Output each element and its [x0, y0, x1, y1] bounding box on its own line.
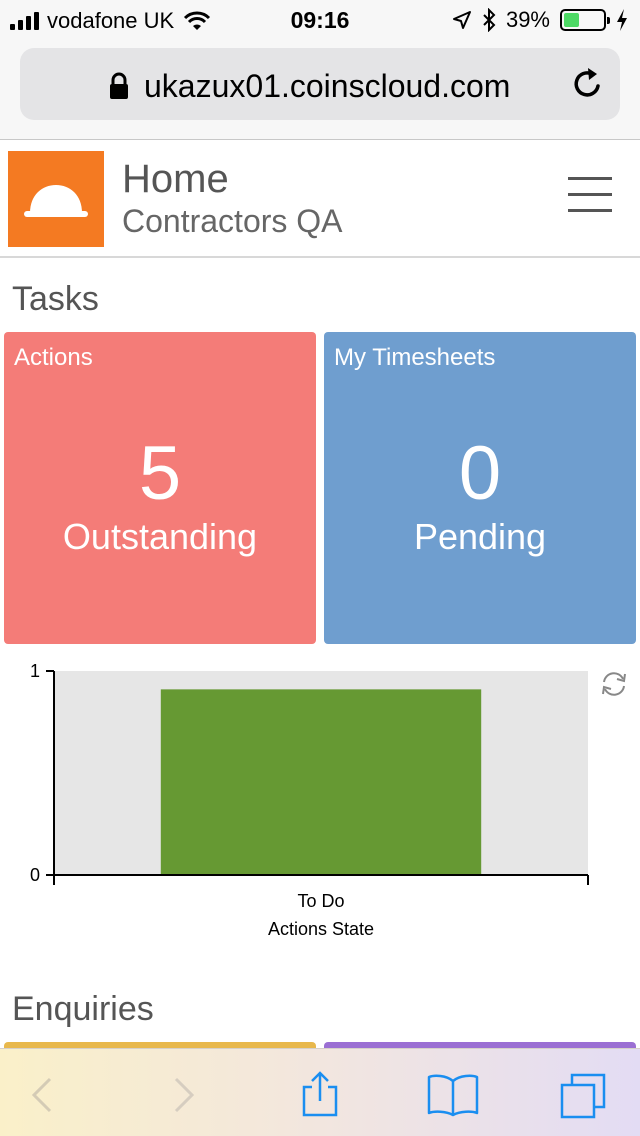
status-bar: vodafone UK 09:16 39% [0, 0, 640, 40]
timesheets-tile[interactable]: My Timesheets 0 Pending [324, 332, 636, 644]
app-header: Home Contractors QA [0, 141, 640, 258]
x-tick-label: To Do [297, 891, 344, 911]
share-icon[interactable] [296, 1071, 344, 1119]
hamburger-menu-icon[interactable] [568, 177, 612, 213]
forward-icon[interactable] [158, 1071, 206, 1119]
enquiries-heading: Enquiries [12, 990, 154, 1028]
app-logo[interactable] [8, 151, 104, 247]
battery-icon [560, 9, 610, 31]
refresh-icon[interactable] [598, 668, 630, 700]
actions-tile-count: 5 [138, 431, 182, 516]
actions-tile-label: Actions [14, 344, 93, 371]
lock-icon [110, 72, 128, 99]
page-title: Home [122, 157, 229, 201]
page-subtitle: Contractors QA [122, 203, 343, 239]
y-tick-label: 0 [30, 865, 40, 885]
timesheets-tile-label: My Timesheets [334, 344, 496, 371]
tabs-icon[interactable] [558, 1071, 610, 1119]
actions-state-chart: To Do 0 1 Actions State [30, 661, 589, 939]
y-tick-label: 1 [30, 661, 40, 681]
bookmarks-icon[interactable] [426, 1071, 480, 1119]
tasks-heading: Tasks [12, 280, 99, 318]
hard-hat-icon [24, 185, 88, 217]
charging-icon [617, 9, 627, 31]
back-icon[interactable] [20, 1071, 68, 1119]
battery-percent: 39% [505, 7, 550, 32]
status-bar-right: 39% [452, 7, 628, 33]
timesheets-tile-count: 0 [458, 431, 502, 516]
browser-bar: ukazux01.coinscloud.com [0, 40, 640, 140]
address-bar[interactable]: ukazux01.coinscloud.com [20, 48, 620, 120]
timesheets-tile-caption: Pending [413, 516, 547, 557]
chart-bar [160, 689, 482, 875]
url-text: ukazux01.coinscloud.com [144, 68, 511, 104]
x-axis-label: Actions State [268, 919, 374, 939]
bluetooth-icon [483, 8, 496, 32]
battery-fill [564, 13, 579, 27]
actions-tile-caption: Outstanding [62, 516, 258, 557]
location-icon [452, 11, 471, 29]
reload-icon[interactable] [570, 66, 606, 102]
actions-tile[interactable]: Actions 5 Outstanding [4, 332, 316, 644]
browser-toolbar [0, 1048, 640, 1136]
